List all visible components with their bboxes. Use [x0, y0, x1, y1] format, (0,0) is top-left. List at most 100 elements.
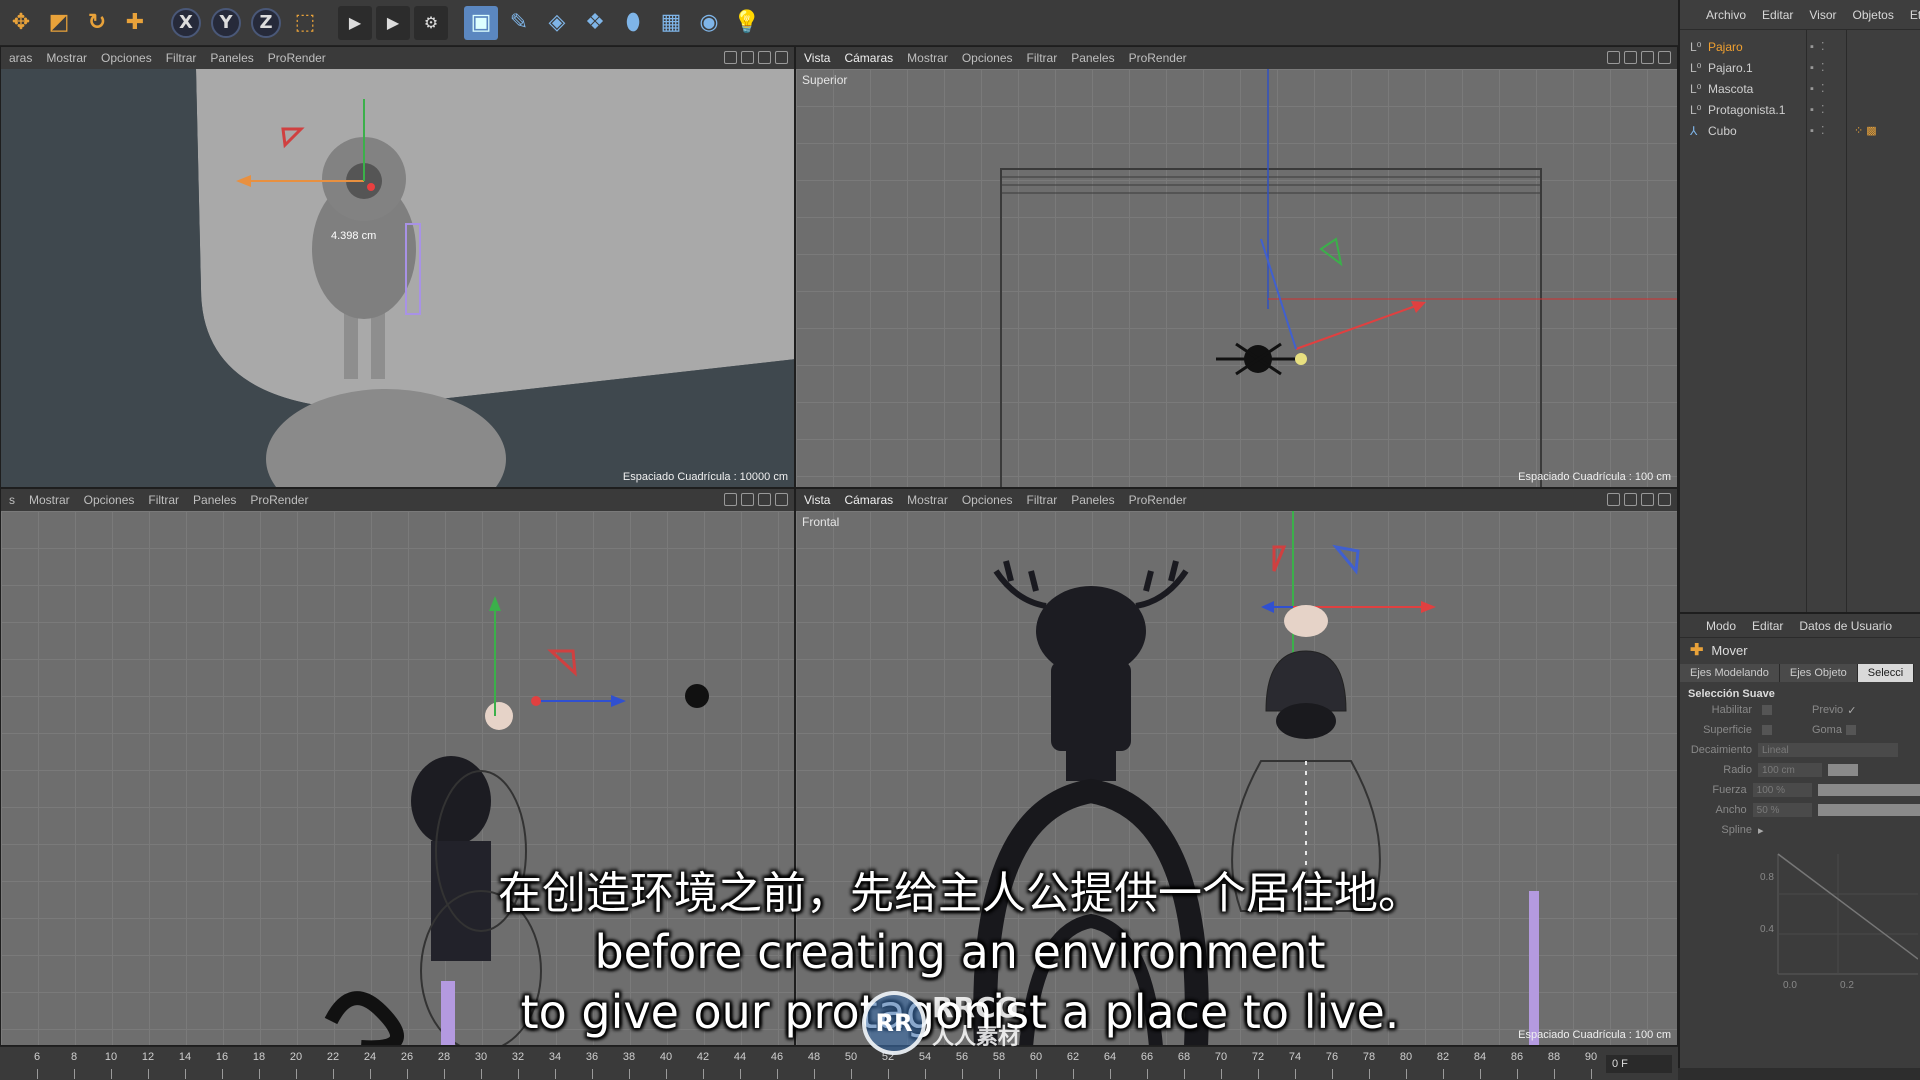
menu-filtrar[interactable]: Filtrar [148, 493, 179, 507]
object-manager-menu: Archivo Editar Visor Objetos Et [1680, 0, 1920, 30]
render-view-icon[interactable]: ▶ [338, 5, 372, 40]
menu-mostrar[interactable]: Mostrar [29, 493, 70, 507]
tab-ejes-objeto[interactable]: Ejes Objeto [1779, 664, 1858, 682]
light-icon[interactable]: 💡 [730, 6, 764, 40]
array-icon[interactable]: ❖ [578, 6, 612, 40]
superficie-checkbox[interactable] [1762, 725, 1772, 735]
x-axis-lock-button[interactable]: X [171, 7, 201, 38]
viewport-nav-icons[interactable] [1607, 493, 1671, 506]
scale-tool-icon[interactable]: ◩ [42, 6, 76, 40]
menu-paneles[interactable]: Paneles [210, 51, 253, 65]
menu-etiquetas[interactable]: Et [1910, 8, 1920, 22]
radio-input[interactable]: 100 cm [1758, 763, 1822, 777]
menu-prorender[interactable]: ProRender [1129, 493, 1187, 507]
floor-icon[interactable]: ▦ [654, 6, 688, 40]
tab-ejes-modelando[interactable]: Ejes Modelando [1680, 664, 1780, 682]
radio-slider[interactable] [1828, 764, 1858, 776]
menu-prorender[interactable]: ProRender [268, 51, 326, 65]
menu-filtrar[interactable]: Filtrar [166, 51, 197, 65]
viewport-nav-icons[interactable] [724, 51, 788, 64]
visibility-dots-icon[interactable]: ▪ ⁚ [1810, 103, 1840, 116]
timeline-tick-mark [1147, 1069, 1148, 1079]
timeline[interactable]: 6 8 10 12 14 16 18 20 22 24 26 28 30 32 34 36 38 40 42 44 46… [0, 1046, 1678, 1080]
menu-archivo[interactable]: Archivo [1706, 8, 1746, 22]
menu-vista[interactable]: Vista [804, 493, 830, 507]
object-row-pajaro[interactable]: L⁰ Pajaro ▪ ⁚ [1680, 36, 1920, 57]
timeline-tick-label: 16 [215, 1051, 229, 1063]
cube-object-icon[interactable]: ▣ [464, 5, 498, 40]
menu-camaras[interactable]: Cámaras [844, 51, 893, 65]
material-tag-icon[interactable]: ⁘ ▩ [1854, 124, 1877, 137]
timeline-ruler[interactable]: 6 8 10 12 14 16 18 20 22 24 26 28 30 32 34 36 38 40 42 44 46… [0, 1047, 1600, 1080]
menu-editar[interactable]: Editar [1762, 8, 1793, 22]
menu-paneles[interactable]: Paneles [1071, 493, 1114, 507]
menu-datos-usuario[interactable]: Datos de Usuario [1799, 619, 1892, 633]
menu-prorender[interactable]: ProRender [250, 493, 308, 507]
object-row-pajaro-1[interactable]: L⁰ Pajaro.1 ▪ ⁚ [1680, 57, 1920, 78]
current-frame-field[interactable]: 0 F [1606, 1055, 1672, 1073]
menu-opciones[interactable]: Opciones [962, 51, 1013, 65]
menu-opciones[interactable]: Opciones [84, 493, 135, 507]
timeline-tick-label: 70 [1214, 1051, 1228, 1063]
habilitar-checkbox[interactable] [1762, 705, 1772, 715]
menu-mostrar[interactable]: Mostrar [907, 51, 948, 65]
timeline-tick-label: 88 [1547, 1051, 1561, 1063]
menu-prorender[interactable]: ProRender [1129, 51, 1187, 65]
menu-mostrar[interactable]: Mostrar [907, 493, 948, 507]
fuerza-slider[interactable] [1818, 784, 1920, 796]
menu-paneles[interactable]: Paneles [193, 493, 236, 507]
add-tool-icon[interactable]: ✚ [118, 6, 152, 40]
render-to-picture-viewer-icon[interactable]: ▶ [376, 5, 410, 40]
subdivision-icon[interactable]: ◈ [540, 6, 574, 40]
menu-filtrar[interactable]: Filtrar [1027, 493, 1058, 507]
pen-spline-icon[interactable]: ✎ [502, 6, 536, 40]
viewport-nav-icons[interactable] [724, 493, 788, 506]
visibility-dots-icon[interactable]: ▪ ⁚ [1810, 61, 1840, 74]
visibility-dots-icon[interactable]: ▪ ⁚ [1810, 124, 1840, 137]
measure-readout: 4.398 cm [331, 230, 377, 242]
deformer-icon[interactable]: ⬮ [616, 6, 650, 40]
menu-camaras[interactable]: Cámaras [844, 493, 893, 507]
z-axis-lock-button[interactable]: Z [251, 7, 281, 38]
timeline-tick-mark [296, 1069, 297, 1079]
object-label: Pajaro.1 [1708, 60, 1753, 75]
menu-camaras[interactable]: aras [9, 51, 32, 65]
viewport-perspective[interactable]: aras Mostrar Opciones Filtrar Paneles Pr… [0, 46, 795, 488]
menu-mostrar[interactable]: Mostrar [46, 51, 87, 65]
fuerza-input[interactable]: 100 % [1752, 783, 1813, 797]
menu-paneles[interactable]: Paneles [1071, 51, 1114, 65]
visibility-dots-icon[interactable]: ▪ ⁚ [1810, 82, 1840, 95]
y-axis-lock-button[interactable]: Y [211, 7, 241, 38]
menu-opciones[interactable]: Opciones [962, 493, 1013, 507]
menu-visor[interactable]: Visor [1809, 8, 1836, 22]
expand-triangle-icon[interactable]: ▸ [1758, 824, 1764, 837]
object-row-cubo[interactable]: ⅄ Cubo ▪ ⁚ ⁘ ▩ [1680, 120, 1920, 141]
menu-modo[interactable]: Modo [1706, 619, 1736, 633]
visibility-dots-icon[interactable]: ▪ ⁚ [1810, 40, 1840, 53]
viewport-top[interactable]: Vista Cámaras Mostrar Opciones Filtrar P… [795, 46, 1678, 488]
menu-vista[interactable]: s [9, 493, 15, 507]
ancho-input[interactable]: 50 % [1752, 803, 1813, 817]
decaimiento-select[interactable]: Lineal [1758, 743, 1898, 757]
menu-vista[interactable]: Vista [804, 51, 830, 65]
render-settings-icon[interactable]: ⚙ [414, 5, 448, 40]
object-row-mascota[interactable]: L⁰ Mascota ▪ ⁚ [1680, 78, 1920, 99]
menu-opciones[interactable]: Opciones [101, 51, 152, 65]
tab-seleccion[interactable]: Selecci [1857, 664, 1915, 682]
menu-editar[interactable]: Editar [1752, 619, 1783, 633]
goma-checkbox[interactable] [1845, 725, 1856, 735]
timeline-tick-mark [1332, 1069, 1333, 1079]
rotate-tool-icon[interactable]: ↻ [80, 6, 114, 40]
field-label: Habilitar [1711, 704, 1752, 716]
camera-icon[interactable]: ◉ [692, 6, 726, 40]
timeline-tick-label: 48 [807, 1051, 821, 1063]
timeline-tick-label: 74 [1288, 1051, 1302, 1063]
menu-filtrar[interactable]: Filtrar [1027, 51, 1058, 65]
ancho-slider[interactable] [1818, 804, 1920, 816]
move-tool-icon[interactable]: ✥ [4, 6, 38, 40]
viewport-nav-icons[interactable] [1607, 51, 1671, 64]
object-row-protagonista-1[interactable]: L⁰ Protagonista.1 ▪ ⁚ [1680, 99, 1920, 120]
menu-objetos[interactable]: Objetos [1853, 8, 1894, 22]
coordinate-system-icon[interactable]: ⬚ [288, 6, 322, 40]
previo-checkbox[interactable]: ✓ [1847, 704, 1856, 717]
